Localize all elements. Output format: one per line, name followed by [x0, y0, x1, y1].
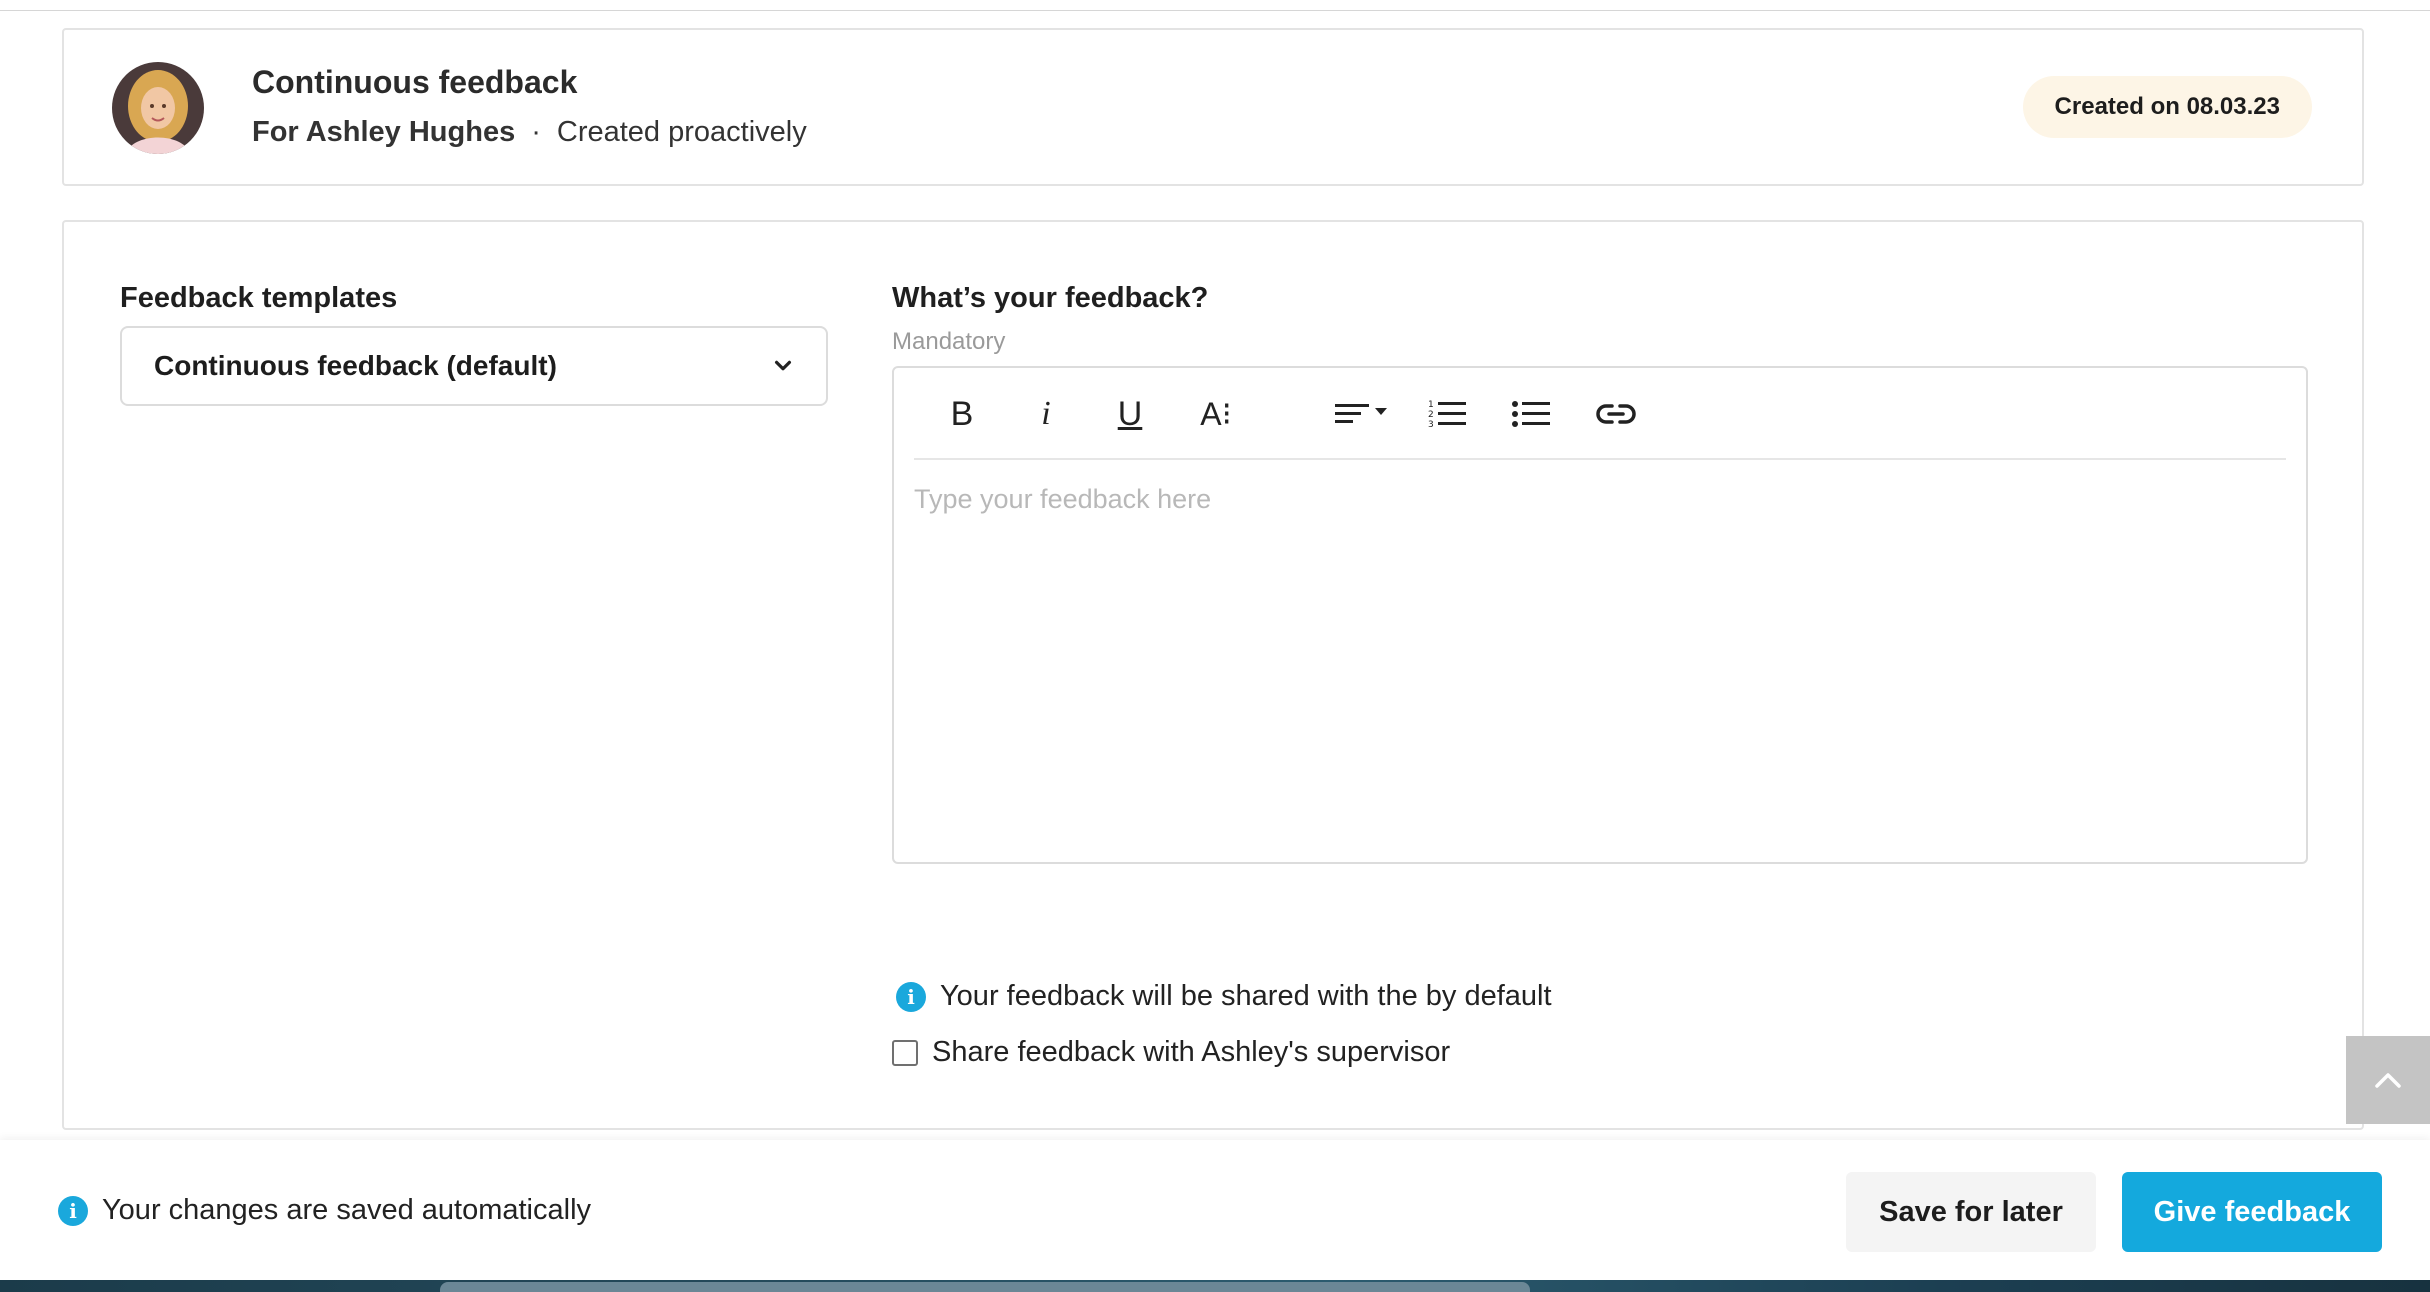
- ordered-list-button[interactable]: 1 2 3: [1422, 388, 1474, 440]
- align-left-icon: [1335, 404, 1387, 423]
- feedback-label: What’s your feedback?: [892, 282, 1209, 314]
- bold-button[interactable]: B: [936, 388, 988, 440]
- feedback-header-card: Continuous feedback For Ashley Hughes · …: [62, 28, 2364, 186]
- svg-text:2: 2: [1428, 410, 1434, 420]
- share-supervisor-checkbox[interactable]: [892, 1039, 918, 1066]
- autosave-info: i Your changes are saved automatically: [58, 1194, 591, 1227]
- info-icon: i: [58, 1195, 88, 1226]
- top-divider: [0, 10, 2430, 11]
- sharing-info-text: Your feedback will be shared with the by…: [940, 980, 1552, 1012]
- footer-bar: i Your changes are saved automatically S…: [0, 1140, 2430, 1280]
- sharing-info: i Your feedback will be shared with the …: [896, 980, 1552, 1013]
- font-size-button[interactable]: A⁝: [1190, 388, 1242, 440]
- underline-button[interactable]: U: [1104, 388, 1156, 440]
- scroll-to-top-button[interactable]: [2346, 1036, 2430, 1124]
- bullet-list-button[interactable]: [1506, 388, 1558, 440]
- template-select[interactable]: Continuous feedback (default): [120, 326, 828, 406]
- templates-label: Feedback templates: [120, 282, 398, 314]
- feedback-text-area[interactable]: Type your feedback here: [914, 460, 2286, 840]
- mandatory-hint: Mandatory: [892, 328, 1006, 355]
- avatar: [112, 62, 204, 154]
- feedback-editor: B i U A⁝ 1 2 3 Type your feedback here: [892, 366, 2308, 864]
- page-title: Continuous feedback: [252, 64, 578, 100]
- recipient-name: For Ashley Hughes: [252, 116, 516, 148]
- header-subtitle: For Ashley Hughes · Created proactively: [252, 116, 807, 149]
- created-date-badge: Created on 08.03.23: [2022, 76, 2312, 138]
- link-button[interactable]: [1590, 388, 1642, 440]
- autosave-text: Your changes are saved automatically: [102, 1194, 592, 1226]
- svg-text:1: 1: [1428, 400, 1434, 410]
- creation-origin: Created proactively: [556, 116, 807, 148]
- give-feedback-button[interactable]: Give feedback: [2122, 1172, 2382, 1252]
- save-for-later-button[interactable]: Save for later: [1846, 1172, 2096, 1252]
- chevron-down-icon: [774, 360, 792, 371]
- bullet-list-icon: [1512, 401, 1550, 427]
- editor-toolbar: B i U A⁝ 1 2 3: [914, 368, 2286, 460]
- share-supervisor-label[interactable]: Share feedback with Ashley's supervisor: [932, 1036, 1450, 1069]
- italic-button[interactable]: i: [1020, 388, 1072, 440]
- info-icon: i: [896, 981, 926, 1012]
- align-dropdown-button[interactable]: [1328, 388, 1398, 440]
- chevron-up-icon: [2375, 1073, 2401, 1088]
- feedback-form-card: Feedback templates Continuous feedback (…: [62, 220, 2364, 1130]
- dock-edge: [440, 1282, 1530, 1292]
- svg-text:3: 3: [1428, 420, 1434, 430]
- template-select-value: Continuous feedback (default): [154, 350, 557, 381]
- ordered-list-icon: 1 2 3: [1428, 400, 1466, 430]
- separator-dot: ·: [531, 116, 541, 148]
- link-icon: [1596, 404, 1636, 424]
- share-supervisor-row[interactable]: Share feedback with Ashley's supervisor: [892, 1036, 1450, 1069]
